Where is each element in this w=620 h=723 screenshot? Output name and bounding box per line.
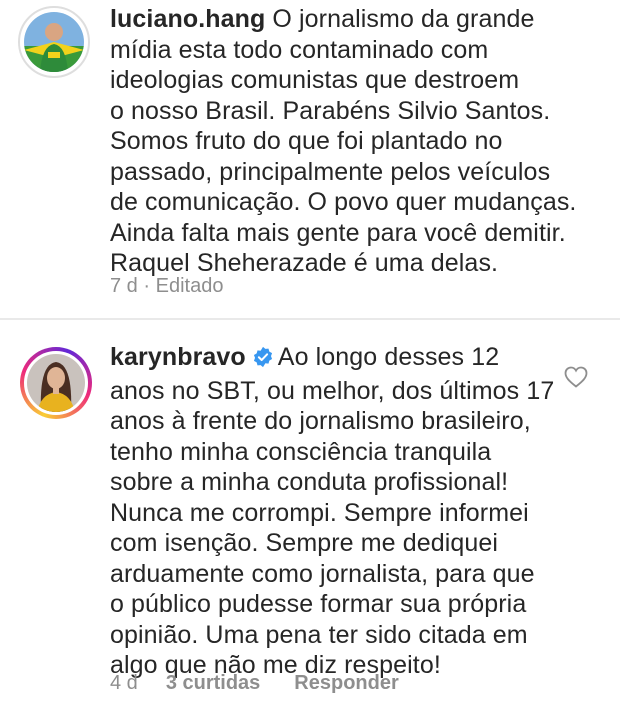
- comment-line: tenho minha consciência tranquila: [110, 437, 492, 466]
- comment-body: luciano.hang O jornalismo da grande mídi…: [110, 4, 610, 279]
- comment-line-1: luciano.hang O jornalismo da grande: [110, 4, 610, 35]
- comment-line: Ainda falta mais gente para você demitir…: [110, 218, 566, 247]
- comment-line: anos no SBT, ou melhor, dos últimos 17: [110, 376, 555, 405]
- comment-line: o nosso Brasil. Parabéns Silvio Santos.: [110, 96, 551, 125]
- comment-meta: 7 d · Editado: [110, 275, 223, 298]
- username[interactable]: luciano.hang: [110, 5, 265, 33]
- edited-label: Editado: [155, 275, 224, 297]
- comment-text: O jornalismo da grande: [272, 5, 535, 33]
- comment-line: sobre a minha conduta profissional!: [110, 468, 509, 496]
- comment-luciano: luciano.hang O jornalismo da grande mídi…: [0, 0, 620, 318]
- comment-line: Raquel Sheherazade é uma delas.: [110, 249, 499, 277]
- comment-line: com isenção. Sempre me dediquei: [110, 529, 499, 557]
- comment-karynbravo: karynbravo Ao longo desses 12 anos no SBT…: [0, 320, 620, 723]
- timestamp: 4 d: [110, 672, 138, 694]
- comment-meta: 4 d 3 curtidas Responder: [110, 672, 399, 695]
- comment-line: mídia esta todo contaminado com: [110, 35, 489, 64]
- comment-line: Nunca me corrompi. Sempre informei: [110, 498, 529, 527]
- comment-body: karynbravo Ao longo desses 12 anos no SBT…: [110, 342, 555, 681]
- likes-count[interactable]: 3 curtidas: [166, 672, 260, 694]
- avatar-karynbravo[interactable]: [20, 347, 92, 419]
- comment-line: ideologias comunistas que destroem: [110, 66, 520, 94]
- heart-outline-icon[interactable]: [564, 366, 588, 393]
- timestamp: 7 d: [110, 275, 138, 297]
- comment-line: anos à frente do jornalismo brasileiro,: [110, 407, 531, 435]
- reply-button[interactable]: Responder: [294, 672, 398, 694]
- comment-line-1: karynbravo Ao longo desses 12: [110, 342, 550, 376]
- verified-badge-icon: [252, 345, 274, 376]
- avatar-photo: [24, 351, 88, 415]
- username[interactable]: karynbravo: [110, 343, 246, 371]
- comment-line: o público pudesse formar sua própria: [110, 590, 527, 618]
- avatar-luciano[interactable]: [18, 6, 90, 78]
- comment-line: de comunicação. O povo quer mudanças.: [110, 188, 577, 216]
- separator: ·: [143, 275, 151, 297]
- comment-text: Ao longo desses 12: [277, 343, 500, 371]
- comment-line: Somos fruto do que foi plantado no: [110, 127, 503, 155]
- comment-line: passado, principalmente pelos veículos: [110, 157, 551, 186]
- avatar-photo: [24, 12, 84, 72]
- comment-line: arduamente como jornalista, para que: [110, 559, 535, 588]
- comment-line: opinião. Uma pena ter sido citada em: [110, 620, 528, 649]
